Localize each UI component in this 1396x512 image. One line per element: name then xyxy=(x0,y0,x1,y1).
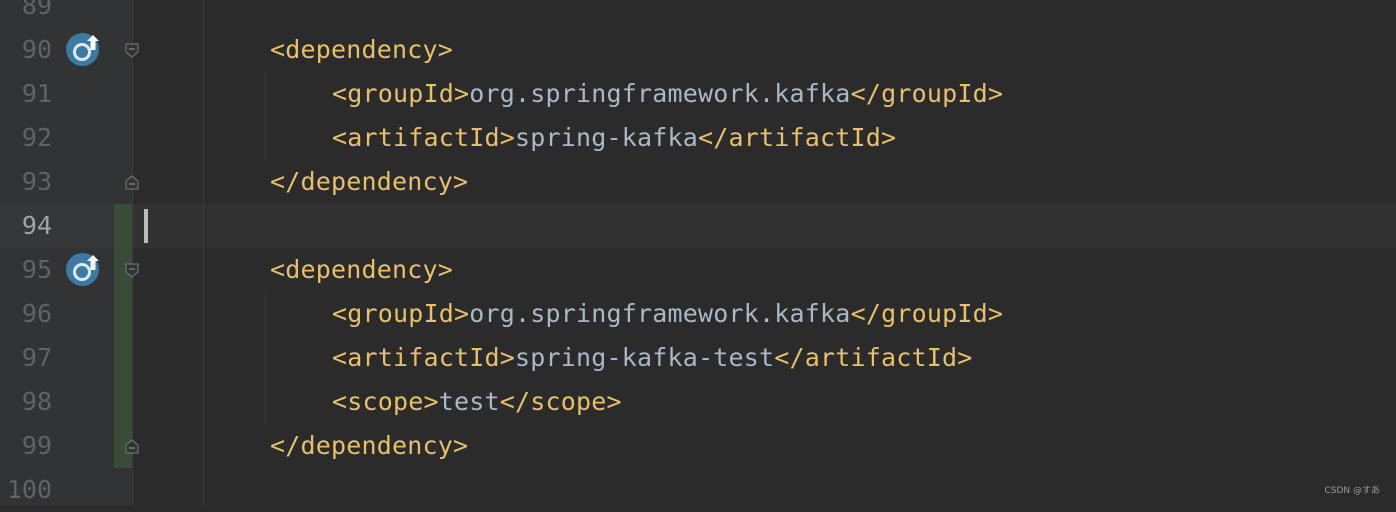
code-text[interactable]: <artifactId>spring-kafka</artifactId> xyxy=(332,116,896,160)
text-caret xyxy=(144,209,148,243)
fold-open-icon[interactable] xyxy=(124,262,140,278)
code-text[interactable]: <dependency> xyxy=(270,28,453,72)
xml-tag: </dependency> xyxy=(270,431,469,460)
code-line[interactable]: 93 </dependency> xyxy=(0,160,1396,204)
xml-tag: <dependency> xyxy=(270,35,454,64)
line-number[interactable]: 96 xyxy=(0,292,52,336)
xml-tag: </scope> xyxy=(499,387,622,416)
code-line[interactable]: 92 <artifactId>spring-kafka</artifactId> xyxy=(0,116,1396,160)
line-number[interactable]: 89 xyxy=(0,0,52,28)
xml-tag: <artifactId> xyxy=(332,123,516,152)
code-text[interactable]: <scope>test</scope> xyxy=(332,380,622,424)
line-number[interactable]: 100 xyxy=(0,468,52,512)
code-line[interactable]: 96 <groupId>org.springframework.kafka</gr… xyxy=(0,292,1396,336)
xml-tag: </artifactId> xyxy=(698,123,897,152)
fold-open-icon[interactable] xyxy=(124,42,140,58)
line-number[interactable]: 98 xyxy=(0,380,52,424)
code-line[interactable]: 90 <dependency> xyxy=(0,28,1396,72)
code-text[interactable]: </dependency> xyxy=(270,160,468,204)
line-number[interactable]: 97 xyxy=(0,336,52,380)
xml-tag: </groupId> xyxy=(850,79,1004,108)
xml-tag: <groupId> xyxy=(332,299,470,328)
xml-text: test xyxy=(438,387,500,416)
code-line[interactable]: 99 </dependency> xyxy=(0,424,1396,468)
line-number[interactable]: 92 xyxy=(0,116,52,160)
xml-tag: <scope> xyxy=(332,387,439,416)
line-number[interactable]: 91 xyxy=(0,72,52,116)
maven-dependency-update-icon[interactable] xyxy=(66,33,99,66)
line-number[interactable]: 99 xyxy=(0,424,52,468)
fold-close-icon[interactable] xyxy=(124,438,140,454)
code-text[interactable]: <groupId>org.springframework.kafka</grou… xyxy=(332,72,1003,116)
line-number[interactable]: 95 xyxy=(0,248,52,292)
watermark: CSDN @すあ xyxy=(1324,486,1380,496)
xml-tag: <artifactId> xyxy=(332,343,516,372)
line-number[interactable]: 94 xyxy=(0,204,52,248)
xml-tag: </artifactId> xyxy=(774,343,973,372)
xml-text: spring-kafka xyxy=(515,123,699,152)
xml-tag: </dependency> xyxy=(270,167,469,196)
fold-close-icon[interactable] xyxy=(124,174,140,190)
xml-tag: <dependency> xyxy=(270,255,454,284)
xml-text: org.springframework.kafka xyxy=(469,299,851,328)
code-line[interactable]: 95 <dependency> xyxy=(0,248,1396,292)
code-text[interactable]: <groupId>org.springframework.kafka</grou… xyxy=(332,292,1003,336)
code-text[interactable]: <artifactId>spring-kafka-test</artifactI… xyxy=(332,336,973,380)
maven-dependency-update-icon[interactable] xyxy=(66,253,99,286)
line-number[interactable]: 90 xyxy=(0,28,52,72)
xml-tag: <groupId> xyxy=(332,79,470,108)
code-text[interactable]: </dependency> xyxy=(270,424,468,468)
code-line[interactable]: 100 xyxy=(0,468,1396,512)
code-line[interactable]: 91 <groupId>org.springframework.kafka</gr… xyxy=(0,72,1396,116)
code-line[interactable]: 89 xyxy=(0,0,1396,28)
code-line[interactable]: 94 xyxy=(0,204,1396,248)
code-line[interactable]: 98 <scope>test</scope> xyxy=(0,380,1396,424)
code-line[interactable]: 97 <artifactId>spring-kafka-test</artifac… xyxy=(0,336,1396,380)
xml-tag: </groupId> xyxy=(850,299,1004,328)
xml-text: spring-kafka-test xyxy=(515,343,775,372)
code-text[interactable]: <dependency> xyxy=(270,248,453,292)
xml-text: org.springframework.kafka xyxy=(469,79,851,108)
line-number[interactable]: 93 xyxy=(0,160,52,204)
